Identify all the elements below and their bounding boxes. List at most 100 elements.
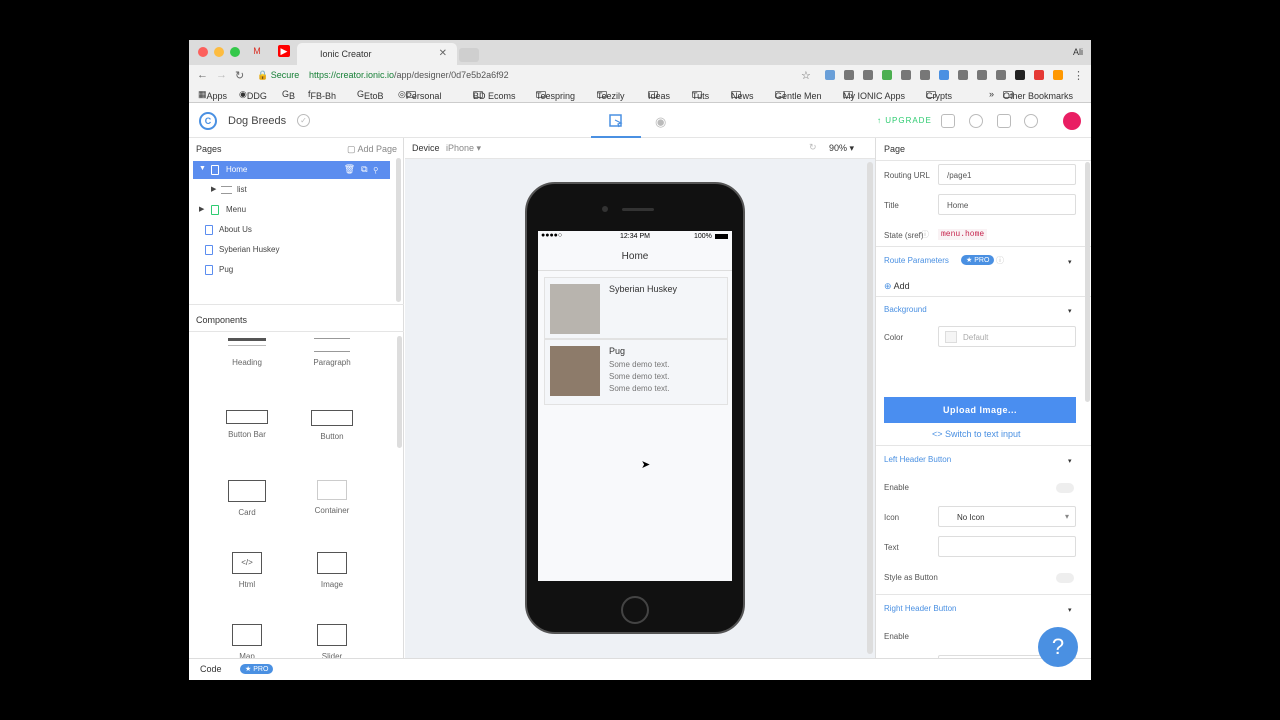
collapse-arrow-icon[interactable]: ▼ — [199, 165, 206, 172]
maximize-window-button[interactable] — [230, 47, 240, 57]
color-picker[interactable]: Default — [938, 326, 1076, 347]
chevron-down-icon[interactable]: ▾ — [1068, 457, 1072, 465]
route-parameters-header[interactable]: Route Parameters — [884, 256, 949, 265]
ionic-creator-logo[interactable]: C — [199, 112, 217, 130]
component-heading[interactable]: Heading — [217, 338, 277, 367]
back-icon[interactable]: ← — [197, 69, 208, 81]
chevron-down-icon[interactable]: ▾ — [1068, 606, 1072, 614]
gmail-tab-icon[interactable]: M — [251, 45, 263, 57]
canvas-scrollbar[interactable] — [867, 162, 873, 654]
component-button[interactable]: Button — [302, 410, 362, 441]
list-item[interactable]: Syberian Huskey — [544, 277, 728, 339]
chevron-down-icon[interactable]: ▾ — [1068, 258, 1072, 266]
tree-item-pug[interactable]: Pug — [193, 261, 390, 279]
right-header-button-header[interactable]: Right Header Button — [884, 604, 957, 613]
bookmark-fb-bh[interactable]: f FB-Bh — [308, 89, 336, 101]
switch-to-text-link[interactable]: <> Switch to text input — [932, 429, 1021, 439]
extension-icon[interactable] — [863, 70, 873, 80]
avatar[interactable] — [1063, 112, 1081, 130]
extension-icon[interactable] — [939, 70, 949, 80]
page-icon — [205, 245, 213, 255]
zoom-select[interactable]: 90% ▾ — [829, 143, 854, 154]
rotate-icon[interactable]: ↻ — [809, 142, 817, 153]
routing-url-input[interactable]: /page1 — [938, 164, 1076, 185]
info-icon[interactable]: ⓘ — [996, 255, 1004, 266]
components-scrollbar[interactable] — [397, 336, 402, 448]
info-icon[interactable]: ⓘ — [921, 229, 929, 240]
bookmark-ddg[interactable]: ◉ DDG — [239, 89, 267, 101]
extension-icon[interactable] — [1015, 70, 1025, 80]
row-action-icons[interactable]: 🗑⧉⚲ — [344, 164, 384, 175]
new-tab-button[interactable] — [459, 48, 479, 62]
bookmark-etob[interactable]: G EtoB — [357, 89, 384, 101]
component-paragraph[interactable]: Paragraph — [302, 338, 362, 367]
add-parameter-button[interactable]: ⊕ Add — [884, 281, 910, 292]
extension-icon[interactable] — [1034, 70, 1044, 80]
extension-icon[interactable] — [920, 70, 930, 80]
background-header[interactable]: Background — [884, 305, 927, 314]
youtube-tab-icon[interactable]: ▶ — [278, 45, 290, 57]
extension-icon[interactable] — [844, 70, 854, 80]
tree-item-list[interactable]: ▶ list — [193, 181, 390, 199]
left-header-button-header[interactable]: Left Header Button — [884, 455, 951, 464]
add-page-button[interactable]: ▢ Add Page — [347, 144, 397, 155]
check-icon[interactable]: ✓ — [297, 114, 310, 127]
color-swatch — [945, 331, 957, 343]
bookmark-star-icon[interactable]: ☆ — [801, 69, 811, 82]
help-button[interactable]: ? — [1038, 627, 1078, 667]
minimize-window-button[interactable] — [214, 47, 224, 57]
component-container[interactable]: Container — [302, 480, 362, 515]
tree-item-syberian-huskey[interactable]: Syberian Huskey — [193, 241, 390, 259]
tab-ionic-creator[interactable]: Ionic Creator ✕ — [297, 43, 457, 65]
tree-item-home[interactable]: ▼ Home 🗑⧉⚲ — [193, 161, 390, 179]
preview-eye-icon[interactable]: ◉ — [655, 114, 666, 130]
icon-select[interactable]: No Icon ▾ — [938, 506, 1076, 527]
bookmark-apps[interactable]: ▦ Apps — [198, 89, 227, 101]
text-input[interactable] — [938, 536, 1076, 557]
extension-icon[interactable] — [882, 70, 892, 80]
tree-item-about-us[interactable]: About Us — [193, 221, 390, 239]
expand-arrow-icon[interactable]: ▶ — [211, 185, 216, 193]
menu-kebab-icon[interactable]: ⋮ — [1073, 69, 1084, 82]
component-slider[interactable]: Slider — [302, 624, 362, 661]
reload-icon[interactable]: ↻ — [235, 69, 244, 82]
component-map[interactable]: Map — [217, 624, 277, 661]
component-image[interactable]: Image — [302, 552, 362, 589]
extension-icon[interactable] — [996, 70, 1006, 80]
help-circle-icon[interactable] — [1024, 114, 1038, 128]
chevron-down-icon[interactable]: ▾ — [1068, 307, 1072, 315]
extension-icon[interactable] — [958, 70, 968, 80]
component-html[interactable]: </> Html — [217, 552, 277, 589]
close-window-button[interactable] — [198, 47, 208, 57]
bookmark-personal[interactable]: ◎ Personal — [398, 89, 441, 101]
style-as-button-toggle[interactable] — [1056, 573, 1074, 583]
design-mode-tab[interactable] — [591, 104, 641, 138]
component-card[interactable]: Card — [217, 480, 277, 517]
share-icon[interactable] — [941, 114, 955, 128]
forward-icon[interactable]: → — [216, 69, 227, 81]
component-button-bar[interactable]: Button Bar — [217, 410, 277, 439]
download-icon[interactable] — [969, 114, 983, 128]
device-select[interactable]: iPhone ▾ — [446, 143, 481, 154]
close-tab-icon[interactable]: ✕ — [439, 48, 447, 59]
url-input[interactable]: https://creator.ionic.io/app/designer/0d… — [309, 70, 509, 80]
tree-item-menu[interactable]: ▶ Menu — [193, 201, 390, 219]
extension-icon[interactable] — [977, 70, 987, 80]
extension-icon[interactable] — [825, 70, 835, 80]
app-name[interactable]: Dog Breeds — [228, 115, 286, 127]
more-bookmarks-icon[interactable]: » — [989, 89, 994, 99]
properties-scrollbar[interactable] — [1085, 162, 1090, 402]
expand-arrow-icon[interactable]: ▶ — [199, 205, 204, 213]
export-icon[interactable] — [997, 114, 1011, 128]
profile-name[interactable]: Ali — [1073, 47, 1083, 57]
enable-toggle[interactable] — [1056, 483, 1074, 493]
upload-image-button[interactable]: Upload Image... — [884, 397, 1076, 423]
bookmark-b[interactable]: G B — [282, 89, 295, 101]
title-input[interactable]: Home — [938, 194, 1076, 215]
extension-icon[interactable] — [1053, 70, 1063, 80]
code-tab[interactable]: Code — [200, 664, 222, 674]
list-item[interactable]: Pug Some demo text. Some demo text. Some… — [544, 339, 728, 405]
extension-icon[interactable] — [901, 70, 911, 80]
pages-scrollbar[interactable] — [396, 158, 401, 302]
upgrade-link[interactable]: ↑ UPGRADE — [877, 116, 932, 125]
